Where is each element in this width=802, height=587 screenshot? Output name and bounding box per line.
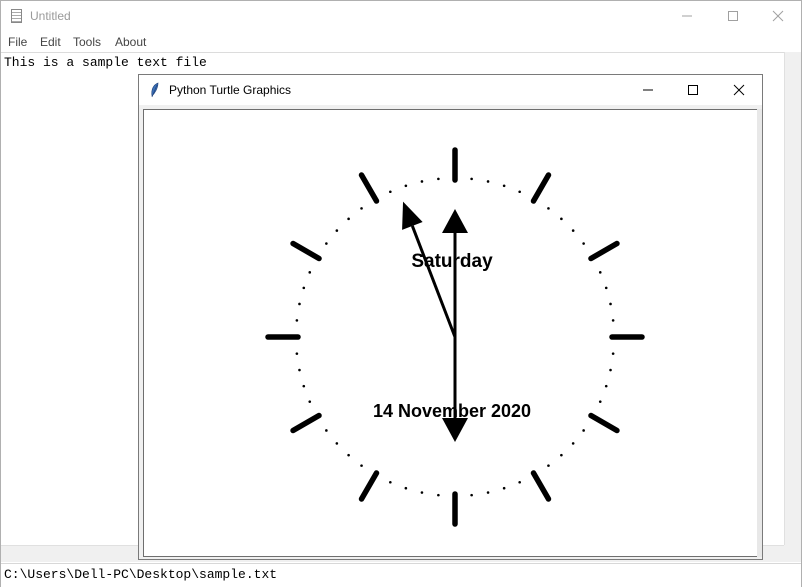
turtle-scroll-edge (757, 109, 762, 557)
minute-dot (604, 384, 608, 388)
minute-dot (308, 400, 312, 403)
turtle-close-button[interactable] (716, 75, 762, 105)
minute-dot (560, 217, 563, 221)
feather-icon (151, 82, 159, 98)
minute-dot (302, 286, 306, 290)
hour-tick-mark (290, 412, 322, 434)
close-button[interactable] (755, 1, 801, 31)
notepad-window: Untitled File Edit Tools About This is a… (0, 0, 802, 587)
menu-about[interactable]: About (115, 35, 146, 49)
minute-dot (609, 302, 612, 306)
minute-dot (347, 453, 350, 457)
hour-tick-mark (588, 412, 620, 434)
minute-dot (611, 319, 615, 322)
minute-dot (335, 229, 339, 232)
turtle-title-bar: Python Turtle Graphics (139, 75, 762, 105)
minute-dot (308, 271, 312, 274)
menu-edit[interactable]: Edit (40, 35, 61, 49)
minute-dot (604, 286, 608, 290)
minimize-icon (643, 89, 653, 91)
minute-dot (389, 480, 392, 484)
minute-dot (547, 207, 550, 210)
close-icon (733, 84, 745, 96)
minute-dot (470, 493, 473, 497)
minute-dot (389, 190, 392, 194)
minute-dot (404, 486, 408, 490)
minute-dot (325, 242, 328, 245)
minute-dot (486, 180, 490, 183)
minimize-icon (682, 15, 692, 17)
menu-tools[interactable]: Tools (73, 35, 101, 49)
scroll-corner (784, 545, 801, 562)
hour-tick-mark (530, 172, 552, 204)
vertical-scrollbar[interactable] (784, 52, 801, 545)
turtle-graphics-window: Python Turtle Graphics Saturday 14 Novem… (138, 74, 763, 560)
menu-file[interactable]: File (8, 35, 27, 49)
minute-dot (437, 177, 440, 181)
editor-text: This is a sample text file (4, 55, 207, 70)
clock-drawing: Saturday 14 November 2020 (265, 147, 645, 527)
minute-dot (298, 368, 301, 372)
hour-tick-mark (290, 240, 322, 262)
minute-dot (571, 442, 575, 445)
notepad-app-icon (11, 9, 22, 23)
minute-dot (582, 242, 585, 245)
file-path: C:\Users\Dell-PC\Desktop\sample.txt (4, 567, 278, 582)
minute-dot (598, 400, 602, 403)
hour-hand-shaft (410, 225, 457, 338)
minute-dot (360, 464, 363, 467)
minute-dot (298, 302, 301, 306)
maximize-icon (688, 85, 698, 95)
maximize-button[interactable] (710, 1, 756, 31)
hour-tick-mark (358, 172, 380, 204)
minute-dot (502, 486, 506, 490)
turtle-maximize-button[interactable] (670, 75, 716, 105)
clock-day-label: Saturday (411, 251, 493, 272)
minute-dot (420, 491, 424, 494)
minute-dot (598, 271, 602, 274)
minute-dot (609, 368, 612, 372)
minute-dot (518, 190, 521, 194)
minute-dot (437, 493, 440, 497)
clock-date-label: 14 November 2020 (373, 401, 531, 421)
minute-dot (325, 429, 328, 432)
hour-tick-mark (530, 470, 552, 502)
turtle-canvas[interactable]: Saturday 14 November 2020 (143, 109, 759, 557)
minute-dot (582, 429, 585, 432)
minimize-button[interactable] (664, 1, 710, 31)
minute-dot (295, 319, 299, 322)
hour-tick-mark (588, 240, 620, 262)
minute-dot (295, 352, 299, 355)
minute-dot (420, 180, 424, 183)
title-bar: Untitled (1, 1, 801, 31)
hour-tick-mark (358, 470, 380, 502)
minute-hand-arrowhead (442, 209, 468, 233)
minute-dot (486, 491, 490, 494)
minute-dot (302, 384, 306, 388)
turtle-window-title: Python Turtle Graphics (169, 83, 292, 97)
minute-dot (547, 464, 550, 467)
minute-dot (347, 217, 350, 221)
turtle-minimize-button[interactable] (625, 75, 671, 105)
maximize-icon (728, 11, 738, 21)
menu-bar: File Edit Tools About (1, 32, 801, 52)
second-hand-arrowhead (442, 418, 468, 442)
minute-dot (360, 207, 363, 210)
hour-hand-arrowhead (402, 201, 423, 230)
minute-dot (470, 177, 473, 181)
minute-dot (518, 480, 521, 484)
status-bar: C:\Users\Dell-PC\Desktop\sample.txt (1, 563, 801, 587)
minute-dot (571, 229, 575, 232)
minute-dot (502, 184, 506, 188)
minute-dot (404, 184, 408, 188)
window-title: Untitled (30, 9, 71, 23)
close-icon (772, 10, 784, 22)
minute-dot (611, 352, 615, 355)
minute-dot (335, 442, 339, 445)
minute-dot (560, 453, 563, 457)
